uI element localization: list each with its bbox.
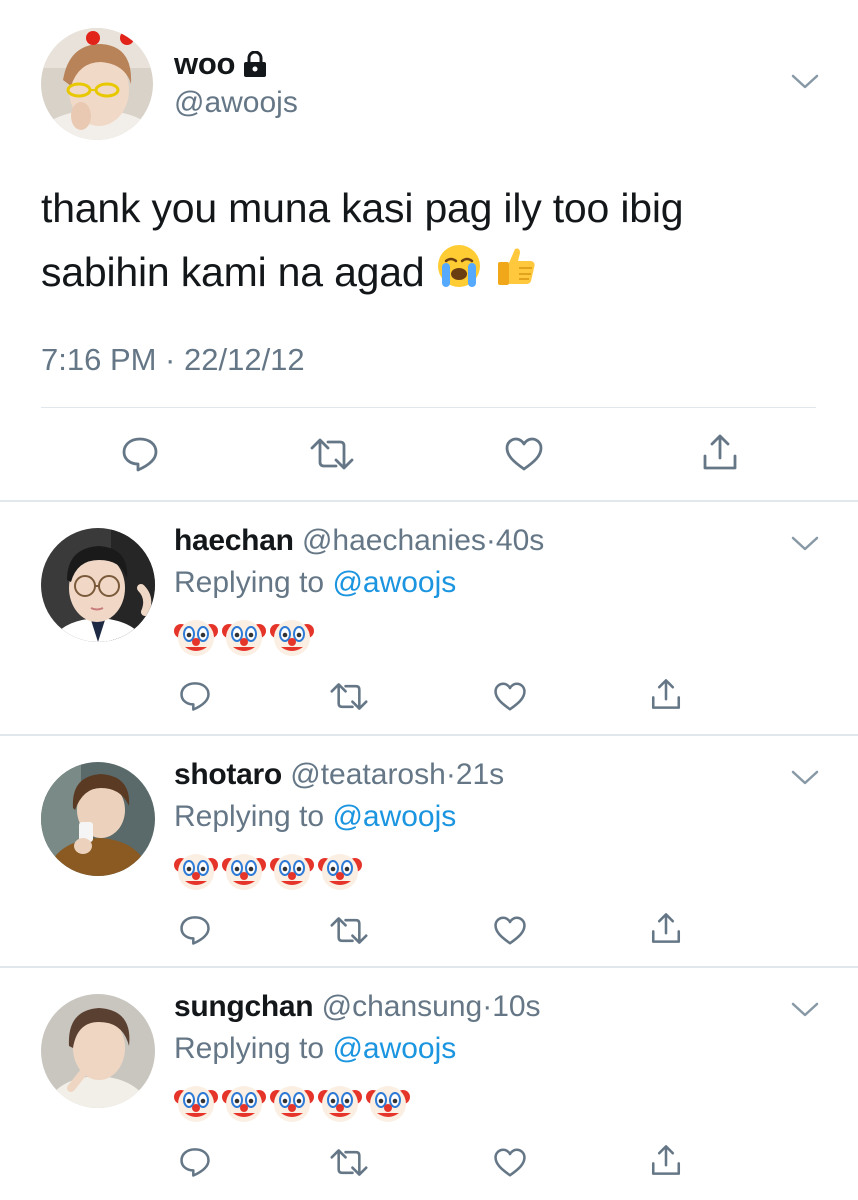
replying-prefix: Replying to [174, 566, 333, 599]
reply-time[interactable]: 21s [456, 758, 504, 791]
retweet-button[interactable] [310, 432, 354, 476]
clown-face-icon [318, 1081, 362, 1130]
tweet-timestamp[interactable]: 7:16 PM · 22/12/12 [41, 342, 305, 378]
share-icon [651, 913, 681, 943]
thumbs-up-icon [493, 243, 539, 307]
reply-time[interactable]: 40s [496, 524, 544, 557]
tweet-text: thank you muna kasi pag ily too ibig sab… [41, 176, 801, 307]
clown-face-icon [366, 1081, 410, 1130]
display-name[interactable]: haechan [174, 524, 294, 557]
reply-button[interactable] [118, 432, 162, 476]
display-name[interactable]: shotaro [174, 758, 282, 791]
replying-to-link[interactable]: @awoojs [332, 566, 456, 599]
avatar[interactable] [41, 762, 155, 876]
user-handle[interactable]: @teatarosh [290, 758, 446, 791]
like-icon [505, 437, 543, 471]
share-button[interactable] [644, 672, 688, 716]
display-name[interactable]: sungchan [174, 990, 314, 1023]
like-icon [494, 915, 526, 945]
reply-button[interactable] [173, 1140, 217, 1184]
separator: · [445, 758, 456, 791]
reply-header: sungchan @chansung·10s [174, 990, 541, 1024]
reply-tweet: sungchan @chansung·10s Replying to @awoo… [0, 968, 858, 1200]
retweet-icon [330, 916, 368, 944]
user-handle[interactable]: @haechanies [302, 524, 486, 557]
clown-face-icon [270, 1081, 314, 1130]
retweet-icon [330, 1148, 368, 1176]
like-icon [494, 1147, 526, 1177]
avatar[interactable] [41, 994, 155, 1108]
clown-face-icon [222, 615, 266, 664]
replying-to: Replying to @awoojs [174, 800, 456, 834]
reply-tweet: haechan @haechanies·40s Replying to @awo… [0, 502, 858, 734]
reply-tweet: shotaro @teatarosh·21s Replying to @awoo… [0, 736, 858, 968]
reply-text [174, 615, 314, 664]
share-icon [703, 434, 737, 470]
replying-to: Replying to @awoojs [174, 1032, 456, 1066]
like-button[interactable] [502, 432, 546, 476]
share-button[interactable] [698, 430, 742, 474]
chevron-down-icon[interactable] [790, 768, 820, 788]
reply-icon [180, 916, 210, 945]
replying-to-link[interactable]: @awoojs [332, 800, 456, 833]
clown-face-icon [270, 615, 314, 664]
chevron-down-icon[interactable] [790, 1000, 820, 1020]
reply-icon [180, 1148, 210, 1177]
lock-icon [243, 50, 267, 77]
clown-face-icon [222, 1081, 266, 1130]
clown-face-icon [174, 1081, 218, 1130]
like-button[interactable] [488, 1140, 532, 1184]
user-handle[interactable]: @awoojs [174, 86, 298, 120]
chevron-down-icon[interactable] [790, 72, 820, 92]
share-button[interactable] [644, 906, 688, 950]
share-icon [651, 679, 681, 709]
avatar[interactable] [41, 28, 153, 140]
clown-face-icon [318, 849, 362, 898]
retweet-button[interactable] [327, 908, 371, 952]
reply-header: haechan @haechanies·40s [174, 524, 544, 558]
retweet-button[interactable] [327, 1140, 371, 1184]
chevron-down-icon[interactable] [790, 534, 820, 554]
retweet-button[interactable] [327, 674, 371, 718]
reply-icon [122, 437, 158, 472]
main-tweet: woo @awoojs thank you muna kasi pag ily … [0, 0, 858, 500]
reply-time[interactable]: 10s [492, 990, 540, 1023]
display-name[interactable]: woo [174, 46, 235, 82]
replying-to: Replying to @awoojs [174, 566, 456, 600]
reply-icon [180, 682, 210, 711]
share-button[interactable] [644, 1138, 688, 1182]
reply-button[interactable] [173, 674, 217, 718]
reply-text [174, 1081, 410, 1130]
like-button[interactable] [488, 674, 532, 718]
like-icon [494, 681, 526, 711]
user-handle[interactable]: @chansung [322, 990, 483, 1023]
divider [41, 407, 816, 408]
clown-face-icon [174, 849, 218, 898]
clown-face-icon [174, 615, 218, 664]
reply-text [174, 849, 362, 898]
like-button[interactable] [488, 908, 532, 952]
replying-to-link[interactable]: @awoojs [332, 1032, 456, 1065]
tweet-text-body: thank you muna kasi pag ily too ibig sab… [41, 185, 684, 295]
loudly-crying-face-icon [436, 243, 482, 307]
reply-header: shotaro @teatarosh·21s [174, 758, 504, 792]
separator: · [485, 524, 496, 557]
clown-face-icon [222, 849, 266, 898]
reply-button[interactable] [173, 908, 217, 952]
retweet-icon [330, 682, 368, 710]
retweet-icon [310, 438, 354, 470]
replying-prefix: Replying to [174, 1032, 333, 1065]
share-icon [651, 1145, 681, 1175]
replying-prefix: Replying to [174, 800, 333, 833]
avatar[interactable] [41, 528, 155, 642]
separator: · [482, 990, 493, 1023]
clown-face-icon [270, 849, 314, 898]
